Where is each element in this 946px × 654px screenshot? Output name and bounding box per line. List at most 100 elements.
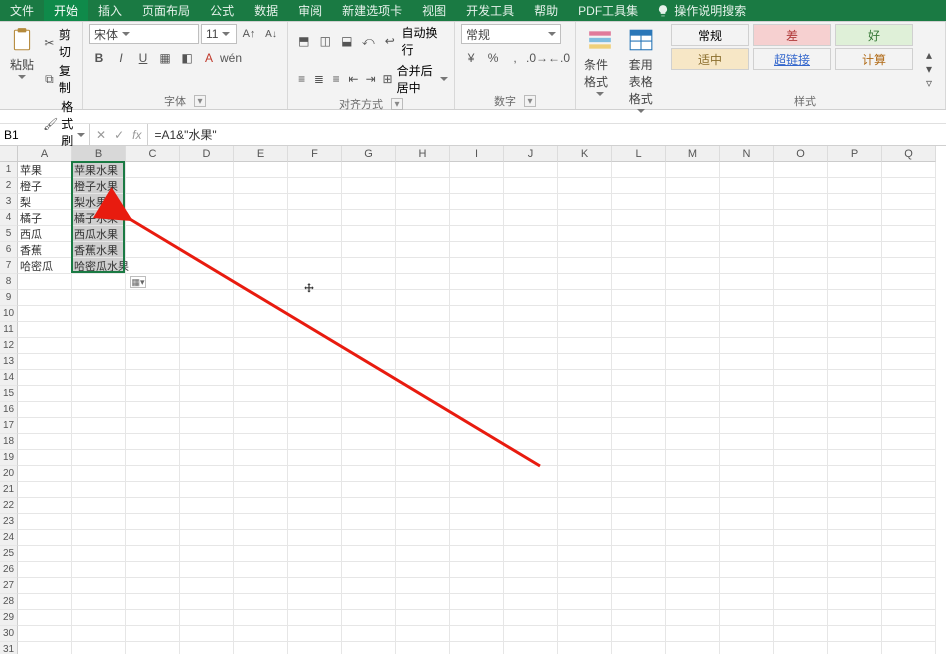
cell[interactable] [774, 642, 828, 654]
row-header[interactable]: 18 [0, 434, 18, 450]
font-dialog-launcher[interactable]: ▾ [194, 95, 206, 107]
row-header[interactable]: 9 [0, 290, 18, 306]
cell[interactable] [234, 594, 288, 610]
cell[interactable] [612, 402, 666, 418]
column-header[interactable]: G [342, 146, 396, 162]
cell[interactable] [342, 162, 396, 178]
cell[interactable] [720, 642, 774, 654]
column-header[interactable]: K [558, 146, 612, 162]
cell[interactable] [666, 242, 720, 258]
cell[interactable] [450, 466, 504, 482]
cell[interactable] [720, 274, 774, 290]
cell[interactable] [612, 274, 666, 290]
cell[interactable] [828, 386, 882, 402]
cell[interactable] [342, 338, 396, 354]
cell[interactable] [234, 626, 288, 642]
cell[interactable] [666, 434, 720, 450]
cell[interactable] [72, 290, 126, 306]
cell[interactable] [774, 242, 828, 258]
cell[interactable] [720, 418, 774, 434]
cell[interactable] [450, 306, 504, 322]
column-header[interactable]: F [288, 146, 342, 162]
cell[interactable] [396, 610, 450, 626]
cell[interactable] [342, 322, 396, 338]
cell[interactable] [396, 450, 450, 466]
cell[interactable] [774, 306, 828, 322]
row-header[interactable]: 13 [0, 354, 18, 370]
cell[interactable] [450, 530, 504, 546]
cell[interactable] [18, 450, 72, 466]
cell[interactable] [72, 418, 126, 434]
cell[interactable]: 苹果 [18, 162, 72, 178]
cell[interactable] [342, 482, 396, 498]
cell[interactable] [450, 450, 504, 466]
cell[interactable] [234, 546, 288, 562]
cell[interactable] [828, 402, 882, 418]
cell[interactable] [342, 290, 396, 306]
tab-review[interactable]: 审阅 [288, 0, 332, 21]
cell[interactable] [558, 370, 612, 386]
increase-decimal-button[interactable]: .0→ [527, 48, 547, 68]
align-bottom-button[interactable]: ⬓ [337, 31, 357, 51]
cell[interactable] [774, 226, 828, 242]
cell[interactable] [774, 482, 828, 498]
cell[interactable] [828, 610, 882, 626]
cell[interactable] [288, 306, 342, 322]
cell[interactable] [828, 194, 882, 210]
row-header[interactable]: 14 [0, 370, 18, 386]
cell[interactable] [828, 178, 882, 194]
cell[interactable] [288, 290, 342, 306]
cell[interactable] [720, 434, 774, 450]
cell[interactable] [396, 258, 450, 274]
cell[interactable] [72, 498, 126, 514]
cell[interactable] [612, 226, 666, 242]
cell[interactable] [288, 514, 342, 530]
cell[interactable] [612, 466, 666, 482]
decrease-font-button[interactable]: A↓ [261, 24, 281, 44]
cell[interactable] [288, 418, 342, 434]
cell[interactable] [666, 226, 720, 242]
cell[interactable] [612, 290, 666, 306]
cell[interactable]: 哈密瓜水果 [72, 258, 126, 274]
cell[interactable] [72, 546, 126, 562]
cell[interactable] [666, 402, 720, 418]
cell[interactable] [288, 370, 342, 386]
cell[interactable] [666, 258, 720, 274]
cell[interactable] [450, 258, 504, 274]
cell[interactable] [882, 178, 936, 194]
column-header[interactable]: L [612, 146, 666, 162]
cell[interactable] [504, 434, 558, 450]
cell[interactable] [18, 642, 72, 654]
cell[interactable] [72, 642, 126, 654]
cell[interactable] [126, 498, 180, 514]
cell[interactable]: 香蕉 [18, 242, 72, 258]
cell[interactable] [288, 210, 342, 226]
cell[interactable] [234, 322, 288, 338]
cell[interactable] [666, 290, 720, 306]
tab-insert[interactable]: 插入 [88, 0, 132, 21]
cell[interactable] [450, 178, 504, 194]
cell[interactable] [180, 594, 234, 610]
cell[interactable] [450, 498, 504, 514]
cell[interactable] [720, 242, 774, 258]
cell[interactable] [288, 226, 342, 242]
cell[interactable] [612, 594, 666, 610]
cell[interactable] [774, 210, 828, 226]
cell[interactable] [180, 242, 234, 258]
cell[interactable] [126, 466, 180, 482]
cell[interactable] [882, 258, 936, 274]
italic-button[interactable]: I [111, 48, 131, 68]
cell[interactable] [612, 610, 666, 626]
cell[interactable] [504, 210, 558, 226]
cell[interactable] [612, 354, 666, 370]
cell[interactable] [180, 434, 234, 450]
cell[interactable] [666, 642, 720, 654]
column-header[interactable]: I [450, 146, 504, 162]
cell[interactable] [342, 610, 396, 626]
cell[interactable] [720, 482, 774, 498]
cell[interactable] [774, 562, 828, 578]
cell[interactable] [774, 194, 828, 210]
cell[interactable] [126, 306, 180, 322]
cell[interactable] [828, 482, 882, 498]
column-header[interactable]: P [828, 146, 882, 162]
